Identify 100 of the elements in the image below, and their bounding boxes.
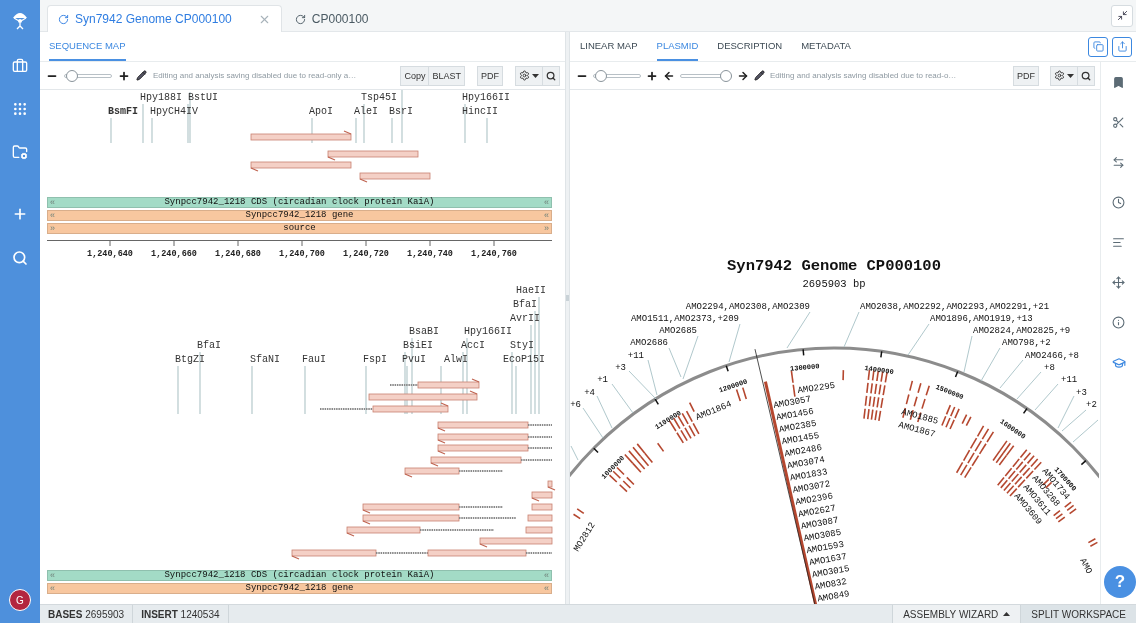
feature-bar[interactable]: « Synpcc7942_1218 gene « [47,210,552,221]
feature-label[interactable]: AMO2685 [659,326,697,336]
enzyme-label[interactable]: BtgZI [175,354,205,366]
arrow-right-icon[interactable] [737,69,749,82]
feature-label[interactable]: +1 [597,375,608,385]
feature-label[interactable]: AMO1511,AMO2373,+209 [630,314,739,324]
enzyme-label[interactable]: BstUI [188,92,218,104]
enzyme-label[interactable]: HincII [462,106,498,118]
feature-bar[interactable]: » source » [47,223,552,234]
toolbar-button[interactable]: BLAST [429,65,465,86]
enzyme-label[interactable]: AlwI [444,354,468,366]
leader-line [907,323,930,356]
feature-label[interactable]: AMO [1077,556,1094,576]
feature-bar[interactable]: « Synpcc7942_1218 CDS (circadian clock protein KaiA) « [47,197,552,208]
enzyme-label[interactable]: HaeII [516,285,546,297]
enzyme-label[interactable]: PvuI [402,354,426,366]
logo-icon[interactable] [11,10,29,30]
feature-label[interactable]: +3 [615,363,626,373]
move-icon[interactable] [1112,276,1125,289]
enzyme-label[interactable]: Tsp45I [361,92,397,104]
search-icon[interactable] [12,250,28,266]
toolbar-button[interactable]: Copy [400,65,430,86]
enzyme-label[interactable]: BsaBI [409,326,439,338]
feature-label[interactable]: +11 [1061,375,1078,385]
enzyme-label[interactable]: Hpy166II [464,326,512,338]
feature-label[interactable]: +3 [1076,388,1087,398]
duplicate-button[interactable] [1088,36,1108,57]
slider-handle[interactable] [65,69,78,82]
enzyme-label[interactable]: BfaI [513,299,537,311]
feature-label[interactable]: AMO2295 [797,380,836,396]
view-tab[interactable]: PLASMID [656,32,699,61]
enzyme-label[interactable]: AccI [461,340,485,352]
feature-label[interactable]: AMO2294,AMO2308,AMO2309 [685,302,810,312]
slider-handle[interactable] [720,69,732,82]
toolbar-button[interactable]: PDF [477,65,503,86]
enzyme-label[interactable]: Hpy188I [140,92,182,104]
enzyme-label[interactable]: FspI [363,354,387,366]
enzyme-label[interactable]: BsmFI [108,106,138,118]
swap-arrows-icon[interactable] [1112,156,1125,169]
info-icon[interactable] [1112,316,1125,329]
view-tab[interactable]: DESCRIPTION [717,32,783,61]
zoom-slider[interactable] [64,69,112,82]
enzyme-label[interactable]: BsiEI [403,340,433,352]
enzyme-label[interactable]: BfaI [197,340,221,352]
feature-label[interactable]: +8 [1044,363,1055,373]
graduation-cap-icon[interactable] [1111,356,1126,370]
enzyme-label[interactable]: AvrII [510,313,540,325]
enzyme-label[interactable]: Hpy166II [462,92,510,104]
feature-label[interactable]: +6 [570,400,581,410]
view-tab[interactable]: SEQUENCE MAP [49,32,126,61]
feature-bar[interactable]: « Synpcc7942_1218 gene « [47,583,552,594]
feature-label[interactable]: AMO2824,AMO2825,+9 [973,326,1071,336]
apps-grid-icon[interactable] [12,101,28,117]
zoom-in-icon[interactable] [646,69,658,82]
plus-icon[interactable] [12,206,28,222]
enzyme-label[interactable]: HpyCH4IV [150,106,198,118]
enzyme-label[interactable]: SfaNI [250,354,280,366]
user-avatar[interactable]: G [9,589,31,611]
briefcase-icon[interactable] [12,58,28,74]
folder-settings-icon[interactable] [12,144,28,160]
search-button[interactable] [1078,65,1095,86]
feature-label[interactable]: AMO2686 [630,338,668,348]
pencil-icon[interactable] [754,70,765,81]
feature-label[interactable]: AMO849 [816,589,851,604]
zoom-in-icon[interactable] [118,69,130,82]
enzyme-label[interactable]: EcoP15I [503,354,545,366]
feature-label[interactable]: AMO1896,AMO1919,+13 [930,314,1033,324]
toolbar-button[interactable]: PDF [1013,65,1039,86]
arrow-left-icon[interactable] [663,69,675,82]
document-tab[interactable]: CP000100 [283,5,380,32]
status-button[interactable]: SPLIT WORKSPACE [1020,605,1136,623]
feature-label[interactable]: +2 [1086,400,1097,410]
share-button[interactable] [1112,36,1132,57]
feature-bar[interactable]: « Synpcc7942_1218 CDS (circadian clock protein KaiA) « [47,570,552,581]
align-left-icon[interactable] [1112,236,1125,249]
status-button[interactable]: ASSEMBLY WIZARD [892,605,1021,623]
bookmark-icon[interactable] [1112,76,1125,89]
feature-label[interactable]: AMO798,+2 [1002,338,1051,348]
view-tab[interactable]: METADATA [801,32,851,61]
enzyme-label[interactable]: AleI [354,106,378,118]
enzyme-label[interactable]: FauI [302,354,326,366]
pencil-icon[interactable] [136,70,147,81]
feature-label[interactable]: AMO2038,AMO2292,AMO2293,AMO2291,+21 [860,302,1050,312]
feature-label[interactable]: +4 [584,388,595,398]
zoom-slider[interactable] [593,69,641,82]
scissors-icon[interactable] [1112,116,1125,129]
slider-handle[interactable] [594,69,607,82]
feature-label[interactable]: AMO2466,+8 [1025,351,1079,361]
enzyme-label[interactable]: StyI [510,340,534,352]
clock-icon[interactable] [1112,196,1125,209]
document-tab[interactable]: Syn7942 Genome CP000100 [47,5,282,32]
enzyme-label[interactable]: BsrI [389,106,413,118]
zoom-slider[interactable] [680,69,732,82]
collapse-button[interactable] [1111,4,1133,27]
feature-label[interactable]: +11 [627,351,644,361]
view-tab[interactable]: LINEAR MAP [580,32,638,61]
settings-button[interactable] [515,65,543,86]
search-button[interactable] [543,65,560,86]
settings-button[interactable] [1050,65,1078,86]
enzyme-label[interactable]: ApoI [309,106,333,118]
